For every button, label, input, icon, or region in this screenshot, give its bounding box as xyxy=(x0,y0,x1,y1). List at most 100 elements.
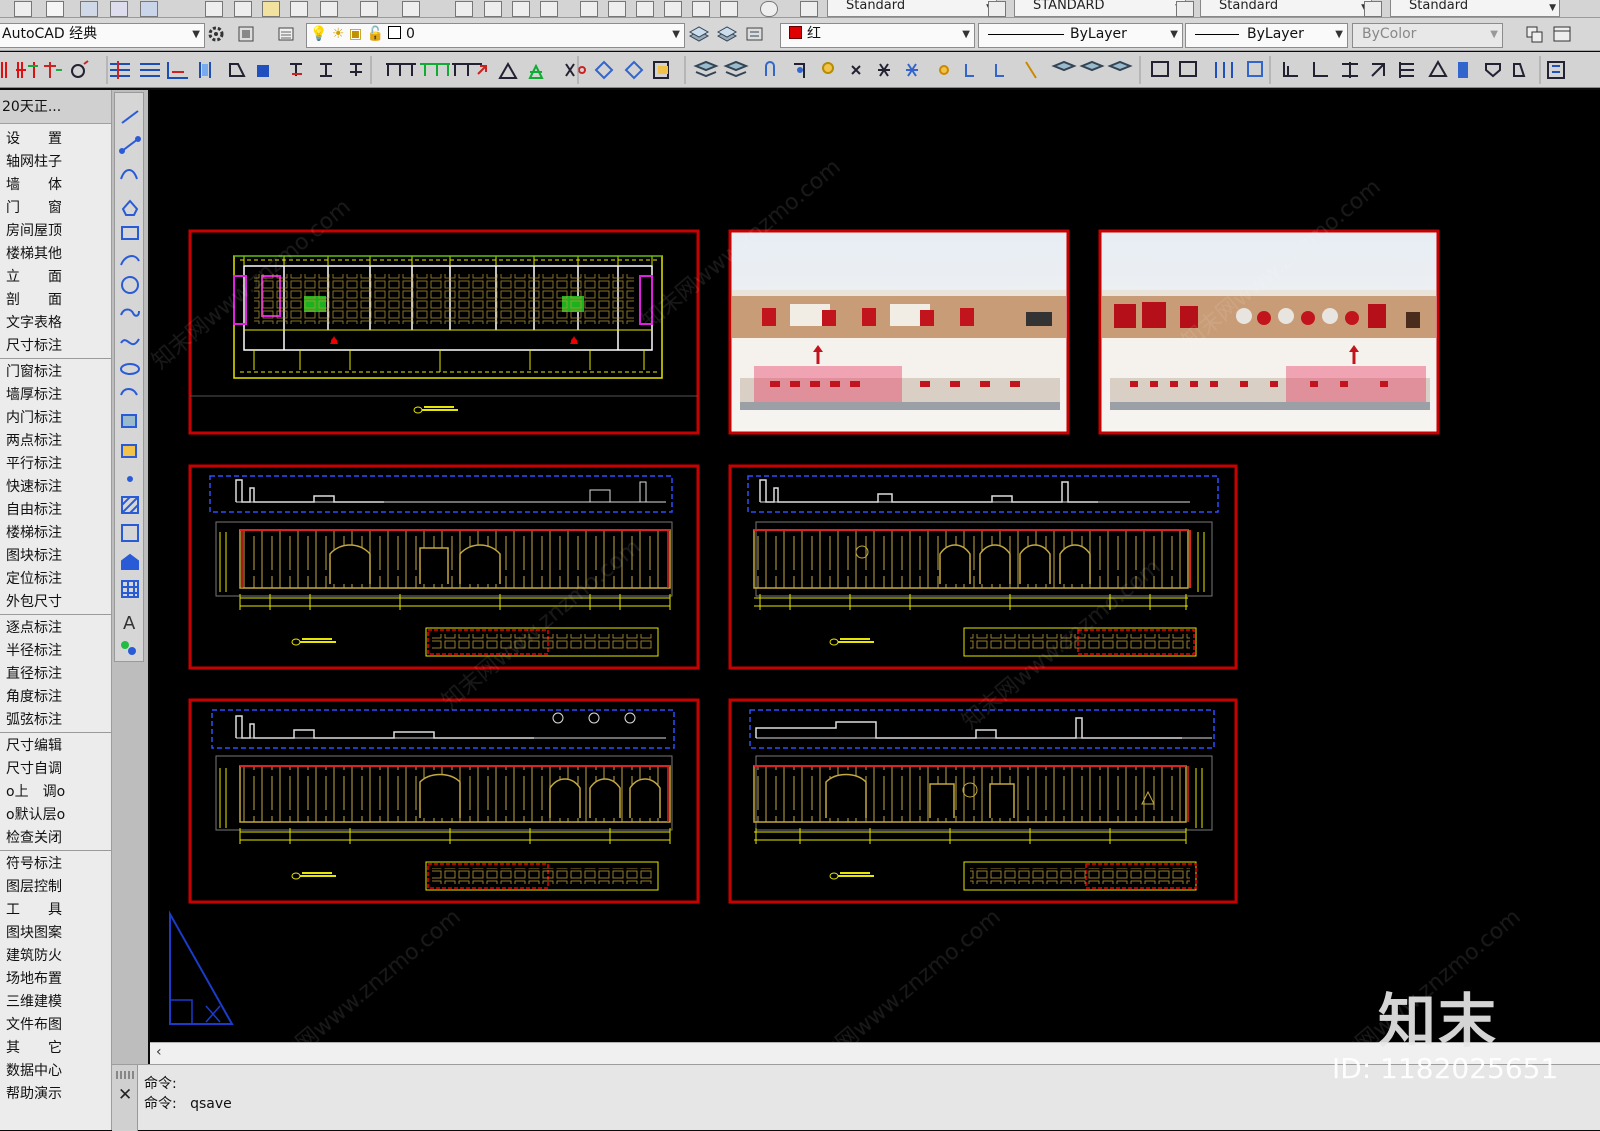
linetype-sample xyxy=(988,33,1064,35)
tz-menu-item-text-table[interactable]: 文字表格 xyxy=(6,312,62,334)
tz-menu-item-layer-control[interactable]: 图层控制 xyxy=(6,876,62,898)
workspace-settings-icon[interactable] xyxy=(236,24,256,44)
gear-icon[interactable] xyxy=(206,24,226,44)
tz-menu-item-inner-door-dim[interactable]: 内门标注 xyxy=(6,407,62,429)
tz-menu-item-adjust-up[interactable]: o上 调o xyxy=(6,781,65,803)
menu-separator xyxy=(0,614,111,615)
zoom-previous-icon[interactable] xyxy=(540,1,558,17)
tile-windows-icon[interactable] xyxy=(1524,24,1546,44)
tz-menu-item-file-layout[interactable]: 文件布图 xyxy=(6,1014,62,1036)
svg-text:A: A xyxy=(123,613,136,634)
tz-menu-item-fire-protection[interactable]: 建筑防火 xyxy=(6,945,62,967)
zoom-window-icon[interactable] xyxy=(512,1,530,17)
tz-menu-item-axis-columns[interactable]: 轴网柱子 xyxy=(6,151,62,173)
calculator-icon[interactable] xyxy=(720,1,738,17)
sheetset-icon[interactable] xyxy=(664,1,682,17)
preview-icon[interactable] xyxy=(110,1,128,17)
tz-menu-item-door-window-dim[interactable]: 门窗标注 xyxy=(6,361,62,383)
print-icon[interactable] xyxy=(80,1,98,17)
tz-menu-item-others[interactable]: 其 它 xyxy=(6,1037,62,1059)
tz-menu-item-outer-dim[interactable]: 外包尺寸 xyxy=(6,591,62,613)
mleader-style-combo[interactable]: Standard ▼ xyxy=(1390,0,1560,17)
tz-menu-item-tools[interactable]: 工 具 xyxy=(6,899,62,921)
command-prompt-line[interactable]: 命令: qsave xyxy=(144,1093,232,1113)
cad-drawing[interactable]: 知末网www.znzmo.com 知末网www.znzmo.com 知末网www… xyxy=(150,90,1600,1042)
make-current-layer-icon[interactable] xyxy=(688,24,710,44)
tz-menu-item-check-off[interactable]: 检查关闭 xyxy=(6,827,62,849)
linetype-combo[interactable]: ByLayer ▼ xyxy=(978,23,1183,48)
publish-icon[interactable] xyxy=(140,1,158,17)
tz-menu-item-data-center[interactable]: 数据中心 xyxy=(6,1060,62,1082)
tz-menu-item-arc-chord-dim[interactable]: 弧弦标注 xyxy=(6,709,62,731)
table-style-combo[interactable]: Standard▼ xyxy=(1200,0,1372,17)
tool-palette-icon[interactable] xyxy=(636,1,654,17)
tz-menu-item-walls[interactable]: 墙 体 xyxy=(6,174,62,196)
tz-menu-item-diameter-dim[interactable]: 直径标注 xyxy=(6,663,62,685)
draw-toolbar-icons[interactable]: A xyxy=(115,93,145,663)
tz-menu-title[interactable]: 20天正... xyxy=(0,90,111,124)
match-prop-icon[interactable] xyxy=(290,1,308,17)
chevron-down-icon: ▼ xyxy=(962,29,970,40)
tz-menu-item-wall-thickness-dim[interactable]: 墙厚标注 xyxy=(6,384,62,406)
tz-menu-item-site-layout[interactable]: 场地布置 xyxy=(6,968,62,990)
drawing-area[interactable]: 知末网www.znzmo.com 知末网www.znzmo.com 知末网www… xyxy=(150,90,1600,1042)
paste-icon[interactable] xyxy=(262,1,280,17)
save-icon[interactable] xyxy=(46,1,64,17)
undo-icon[interactable] xyxy=(360,1,378,17)
tz-menu-item-3d-modeling[interactable]: 三维建模 xyxy=(6,991,62,1013)
tz-menu-item-point-dim[interactable]: 逐点标注 xyxy=(6,617,62,639)
design-center-icon[interactable] xyxy=(608,1,626,17)
tz-menu-item-help-demo[interactable]: 帮助演示 xyxy=(6,1083,62,1105)
tz-menu-item-symbol-annotation[interactable]: 符号标注 xyxy=(6,853,62,875)
open-icon[interactable] xyxy=(14,1,32,17)
tz-menu-item-dim-edit[interactable]: 尺寸编辑 xyxy=(6,735,62,757)
workspace-combo[interactable]: AutoCAD 经典 ▼ xyxy=(0,23,205,48)
draw-toolbar: A xyxy=(114,92,144,662)
copy-icon[interactable] xyxy=(234,1,252,17)
color-value: 红 xyxy=(807,26,821,42)
close-icon[interactable]: ✕ xyxy=(118,1085,132,1105)
tz-menu-item-position-dim[interactable]: 定位标注 xyxy=(6,568,62,590)
tz-menu-item-dimension[interactable]: 尺寸标注 xyxy=(6,335,62,357)
tz-menu-item-room-roof[interactable]: 房间屋顶 xyxy=(6,220,62,242)
freeze-icon: ▣ xyxy=(348,26,363,42)
toolbar-icons-strip[interactable] xyxy=(0,52,1600,88)
dim-style-combo[interactable]: STANDARD▼ xyxy=(1014,0,1186,17)
lineweight-combo[interactable]: ByLayer ▼ xyxy=(1185,23,1348,48)
redo-icon[interactable] xyxy=(402,1,420,17)
color-combo[interactable]: 红 ▼ xyxy=(780,23,975,48)
command-line-grip[interactable]: ✕ xyxy=(112,1065,138,1131)
text-style-combo[interactable]: Standard▼ xyxy=(827,0,997,17)
layer-previous-icon[interactable] xyxy=(716,24,738,44)
help-icon[interactable] xyxy=(760,1,778,17)
tz-menu-item-radius-dim[interactable]: 半径标注 xyxy=(6,640,62,662)
tz-menu-item-dim-auto-adjust[interactable]: 尺寸自调 xyxy=(6,758,62,780)
pan-icon[interactable] xyxy=(455,1,473,17)
cascade-windows-icon[interactable] xyxy=(1552,24,1574,44)
block-editor-icon[interactable] xyxy=(320,1,338,17)
tz-menu-item-block-dim[interactable]: 图块标注 xyxy=(6,545,62,567)
tz-menu-item-doors-windows[interactable]: 门 窗 xyxy=(6,197,62,219)
tz-menu-item-elevation[interactable]: 立 面 xyxy=(6,266,62,288)
tz-menu-item-quick-dim[interactable]: 快速标注 xyxy=(6,476,62,498)
tz-menu-item-parallel-dim[interactable]: 平行标注 xyxy=(6,453,62,475)
layer-manager-icon[interactable] xyxy=(276,24,298,44)
tz-menu-item-block-pattern[interactable]: 图块图案 xyxy=(6,922,62,944)
tz-menu-item-settings[interactable]: 设 置 xyxy=(6,128,62,150)
tz-menu-item-section[interactable]: 剖 面 xyxy=(6,289,62,311)
tz-menu-item-two-point-dim[interactable]: 两点标注 xyxy=(6,430,62,452)
scroll-left-icon[interactable]: ‹ xyxy=(156,1044,162,1060)
zoom-realtime-icon[interactable] xyxy=(484,1,502,17)
tz-menu-item-angle-dim[interactable]: 角度标注 xyxy=(6,686,62,708)
ucs-icon xyxy=(169,910,234,1025)
markup-icon[interactable] xyxy=(692,1,710,17)
tz-menu-item-free-dim[interactable]: 自由标注 xyxy=(6,499,62,521)
properties-icon[interactable] xyxy=(580,1,598,17)
layer-combo[interactable]: 💡 ☀ ▣ 🔓 0 ▼ xyxy=(306,23,685,48)
tz-menu-item-stairs-other[interactable]: 楼梯其他 xyxy=(6,243,62,265)
cut-icon[interactable] xyxy=(205,1,223,17)
layer-states-icon[interactable] xyxy=(744,24,766,44)
tz-menu-item-default-layer[interactable]: o默认层o xyxy=(6,804,65,826)
plotstyle-combo[interactable]: ByColor ▼ xyxy=(1352,23,1503,48)
tz-menu-item-stair-dim[interactable]: 楼梯标注 xyxy=(6,522,62,544)
